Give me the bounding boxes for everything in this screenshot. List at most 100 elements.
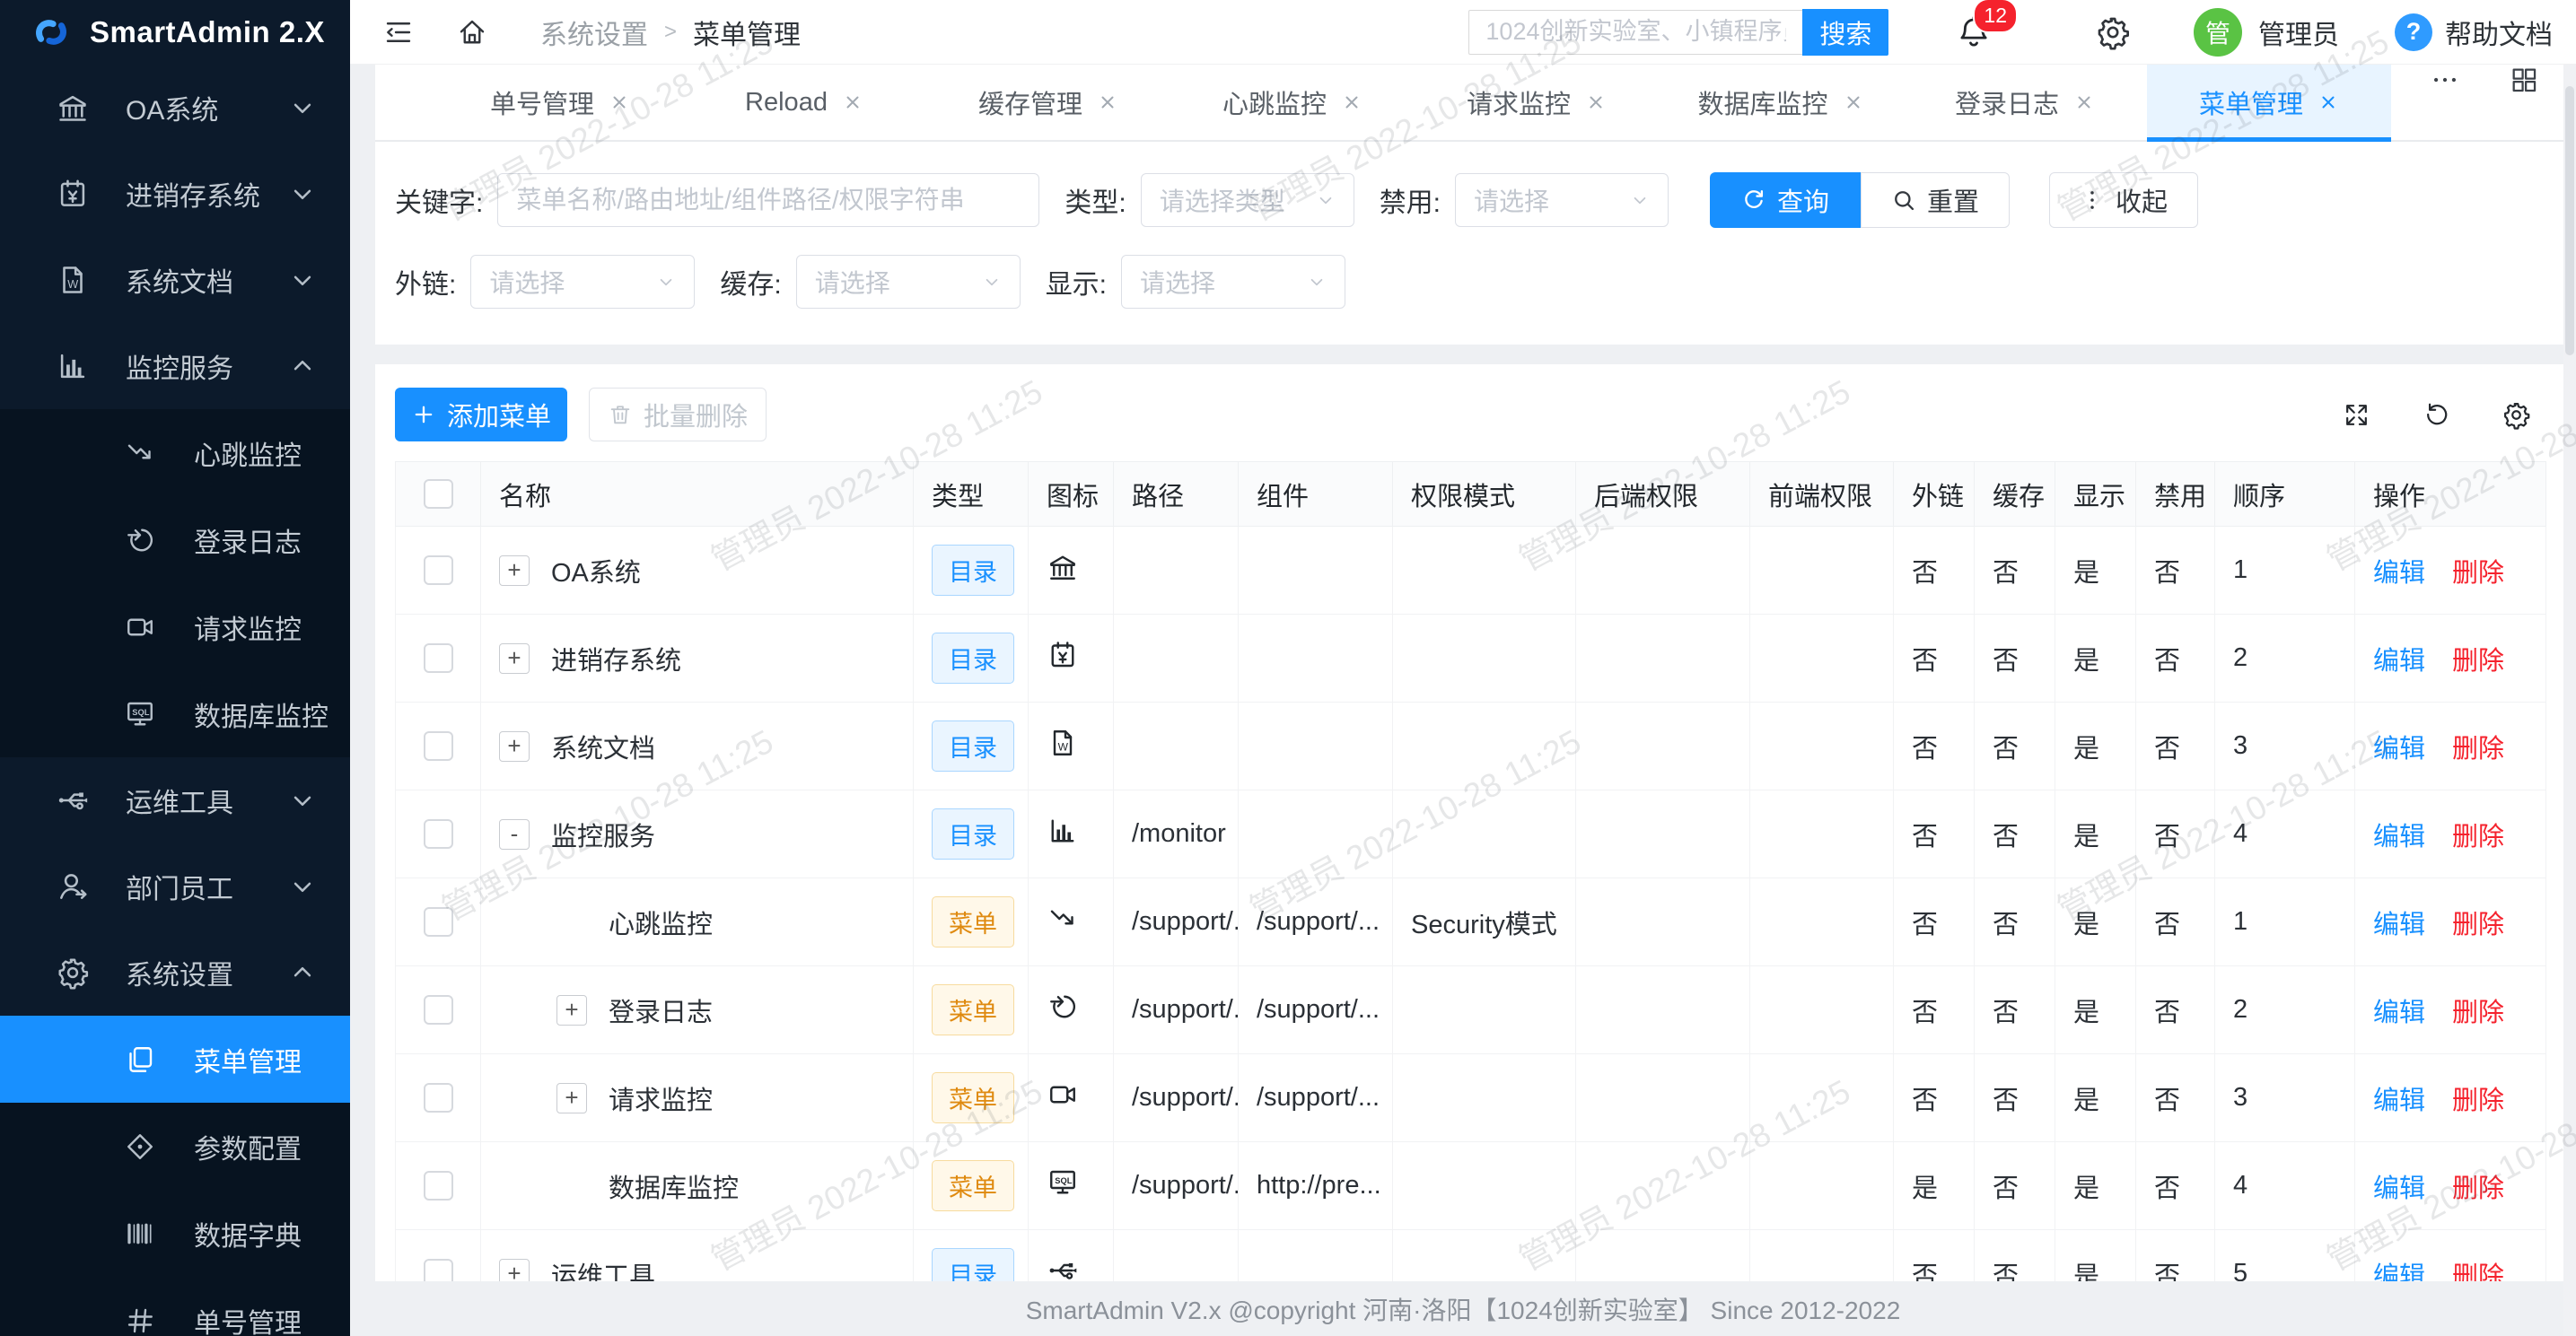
delete-link[interactable]: 删除: [2452, 735, 2504, 764]
home-icon[interactable]: [456, 16, 488, 48]
expand-row-toggle[interactable]: +: [556, 1083, 587, 1113]
close-icon[interactable]: [842, 92, 863, 113]
expand-row-toggle[interactable]: +: [499, 643, 530, 674]
close-icon[interactable]: [609, 92, 630, 113]
select-all-checkbox[interactable]: [424, 479, 453, 509]
search-input[interactable]: [1468, 10, 1802, 55]
delete-link[interactable]: 删除: [2452, 559, 2504, 588]
menu-fold-icon[interactable]: [382, 16, 415, 48]
sidebar-item-department-staff[interactable]: 部门员工: [0, 843, 350, 930]
type-select[interactable]: 请选择类型: [1141, 173, 1354, 227]
sidebar-subitem-param-config[interactable]: 参数配置: [0, 1103, 350, 1190]
cache-select[interactable]: 请选择: [796, 255, 1021, 309]
close-icon[interactable]: [1585, 92, 1607, 113]
delete-link[interactable]: 删除: [2452, 1262, 2504, 1282]
delete-link[interactable]: 删除: [2452, 1174, 2504, 1203]
tabs-more-icon[interactable]: [2405, 65, 2484, 95]
sidebar-item-label: 系统设置: [126, 953, 285, 992]
keyword-input[interactable]: [497, 173, 1039, 227]
user-name[interactable]: 管理员: [2258, 13, 2339, 52]
row-checkbox[interactable]: [424, 643, 453, 673]
sidebar-subitem-database-monitor[interactable]: SQL数据库监控: [0, 670, 350, 757]
sidebar-item-oa-system[interactable]: OA系统: [0, 65, 350, 151]
close-icon[interactable]: [1097, 92, 1118, 113]
row-checkbox[interactable]: [424, 555, 453, 585]
row-checkbox[interactable]: [424, 1083, 453, 1113]
edit-link[interactable]: 编辑: [2373, 647, 2425, 676]
edit-link[interactable]: 编辑: [2373, 823, 2425, 851]
edit-link[interactable]: 编辑: [2373, 1174, 2425, 1203]
cell-cache: 否: [1975, 615, 2055, 703]
sidebar-item-system-settings[interactable]: 系统设置: [0, 930, 350, 1016]
tab-menu-management[interactable]: 菜单管理: [2147, 65, 2391, 140]
delete-link[interactable]: 删除: [2452, 647, 2504, 676]
tab-order-number[interactable]: 单号管理: [438, 65, 682, 140]
tabs-layout-icon[interactable]: [2484, 65, 2563, 95]
table-settings-icon[interactable]: [2502, 400, 2531, 430]
tab-heartbeat-monitor[interactable]: 心跳监控: [1170, 65, 1415, 140]
collapse-row-toggle[interactable]: -: [499, 819, 530, 850]
sidebar-subitem-order-number[interactable]: 单号管理: [0, 1277, 350, 1336]
row-checkbox[interactable]: [424, 1259, 453, 1281]
add-menu-button[interactable]: 添加菜单: [395, 388, 567, 441]
sidebar-subitem-request-monitor[interactable]: 请求监控: [0, 583, 350, 670]
query-button[interactable]: 查询: [1710, 172, 1861, 228]
expand-row-toggle[interactable]: +: [556, 995, 587, 1026]
collapse-filters-button[interactable]: 收起: [2049, 172, 2198, 228]
chevron-down-icon: [285, 869, 320, 904]
cell-path: /monitor: [1114, 790, 1239, 878]
sidebar-subitem-data-dictionary[interactable]: 数据字典: [0, 1190, 350, 1277]
sidebar-subitem-menu-management[interactable]: 菜单管理: [0, 1016, 350, 1103]
tab-request-monitor[interactable]: 请求监控: [1415, 65, 1659, 140]
refresh-icon[interactable]: [2422, 400, 2451, 430]
delete-link[interactable]: 删除: [2452, 823, 2504, 851]
close-icon[interactable]: [1341, 92, 1362, 113]
show-select[interactable]: 请选择: [1121, 255, 1345, 309]
close-icon[interactable]: [2073, 92, 2095, 113]
row-checkbox[interactable]: [424, 731, 453, 761]
expand-row-toggle[interactable]: +: [499, 731, 530, 762]
sidebar-item-ops-tools[interactable]: 运维工具: [0, 757, 350, 843]
delete-link[interactable]: 删除: [2452, 911, 2504, 939]
usb-icon: [56, 783, 90, 817]
batch-delete-button[interactable]: 批量删除: [589, 388, 767, 441]
close-icon[interactable]: [2318, 92, 2339, 113]
disabled-select[interactable]: 请选择: [1455, 173, 1669, 227]
chevron-down-icon: [1305, 270, 1328, 293]
fullscreen-icon[interactable]: [2342, 400, 2371, 430]
scrollbar[interactable]: [2563, 65, 2576, 1336]
delete-link[interactable]: 删除: [2452, 999, 2504, 1027]
tab-reload[interactable]: Reload: [682, 65, 926, 140]
edit-link[interactable]: 编辑: [2373, 559, 2425, 588]
search-button[interactable]: 搜索: [1802, 9, 1888, 56]
reset-button[interactable]: 重置: [1861, 172, 2010, 228]
edit-link[interactable]: 编辑: [2373, 999, 2425, 1027]
help-icon[interactable]: ?: [2395, 13, 2432, 51]
help-label[interactable]: 帮助文档: [2445, 13, 2553, 52]
sidebar-item-system-docs[interactable]: W系统文档: [0, 237, 350, 323]
edit-link[interactable]: 编辑: [2373, 911, 2425, 939]
edit-link[interactable]: 编辑: [2373, 735, 2425, 764]
settings-gear-icon[interactable]: [2095, 14, 2131, 50]
copy-icon: [124, 1043, 156, 1076]
sidebar-item-inventory-system[interactable]: 进销存系统: [0, 151, 350, 237]
sidebar-item-monitor-service[interactable]: 监控服务: [0, 323, 350, 409]
row-checkbox[interactable]: [424, 819, 453, 849]
expand-row-toggle[interactable]: +: [499, 1259, 530, 1282]
row-checkbox[interactable]: [424, 1171, 453, 1201]
tab-cache-management[interactable]: 缓存管理: [926, 65, 1170, 140]
edit-link[interactable]: 编辑: [2373, 1087, 2425, 1115]
close-icon[interactable]: [1843, 92, 1864, 113]
sidebar-subitem-heartbeat-monitor[interactable]: 心跳监控: [0, 409, 350, 496]
tab-login-log[interactable]: 登录日志: [1903, 65, 2147, 140]
edit-link[interactable]: 编辑: [2373, 1262, 2425, 1282]
scrollbar-thumb[interactable]: [2565, 86, 2574, 355]
row-checkbox[interactable]: [424, 995, 453, 1025]
delete-link[interactable]: 删除: [2452, 1087, 2504, 1115]
expand-row-toggle[interactable]: +: [499, 555, 530, 586]
tab-database-monitor[interactable]: 数据库监控: [1659, 65, 1903, 140]
sidebar-subitem-login-log[interactable]: 登录日志: [0, 496, 350, 583]
avatar[interactable]: 管: [2194, 8, 2242, 57]
external-select[interactable]: 请选择: [470, 255, 695, 309]
row-checkbox[interactable]: [424, 907, 453, 937]
